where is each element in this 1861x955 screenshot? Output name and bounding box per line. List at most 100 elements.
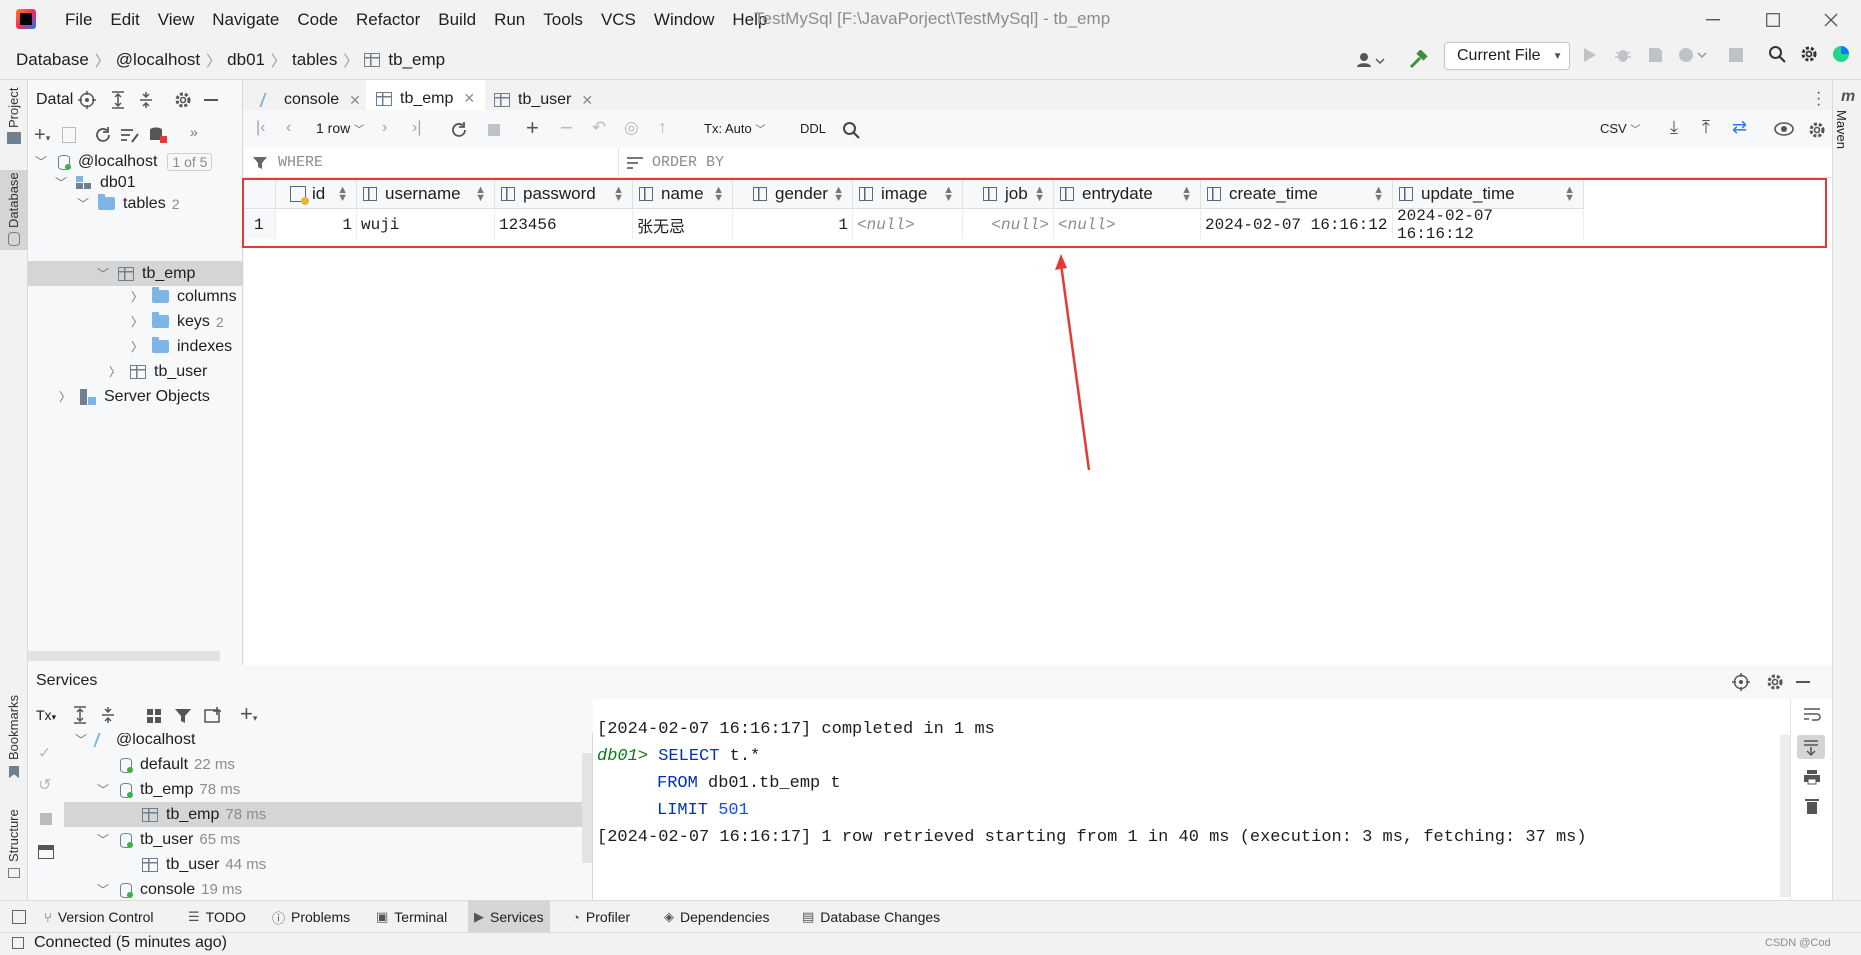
crumb-database[interactable]: Database [16,50,89,70]
tree-node-tb-emp[interactable]: ﹀ tb_emp [28,261,243,286]
clear-trash-icon[interactable] [1804,797,1820,815]
download-icon[interactable]: ⤓ [1670,117,1678,138]
build-hammer-icon[interactable] [1408,50,1428,70]
preview-changes-icon[interactable]: ◎ [624,118,639,138]
submit-icon[interactable]: ↑ [658,117,667,138]
maximize-button[interactable] [1750,6,1796,34]
service-node-default[interactable]: default 22 ms [118,752,235,777]
panel-settings-gear-icon[interactable] [174,91,192,109]
tool-profiler[interactable]: ◔ Profiler [566,901,636,933]
new-tab-icon[interactable] [204,706,224,724]
close-tab-icon[interactable]: ✕ [349,92,361,109]
tree-node-indexes[interactable]: 〉 indexes [130,334,232,359]
run-icon[interactable] [1583,47,1597,63]
close-tab-icon[interactable]: ✕ [463,90,475,107]
order-by-input[interactable]: ORDER BY [652,154,1252,176]
data-source-properties-icon[interactable] [148,126,168,144]
tree-node-tables[interactable]: ﹀ tables 2 [76,191,180,216]
tree-node-server-objects[interactable]: 〉 Server Objects [58,384,210,409]
tree-node-columns[interactable]: 〉 columns [130,284,237,309]
menu-build[interactable]: Build [429,10,485,30]
minimize-button[interactable] [1690,6,1736,34]
user-icon[interactable] [1356,52,1386,68]
tool-database-changes[interactable]: ▤ Database Changes [796,901,946,933]
project-tool-button[interactable]: Project [6,88,21,128]
collapse-all-icon[interactable] [100,706,116,724]
profiler-run-icon[interactable] [1678,46,1708,64]
tree-node-tb-user[interactable]: 〉 tb_user [108,359,207,384]
crumb-db01[interactable]: db01 [227,50,265,70]
commit-check-icon[interactable]: ✓ [38,743,51,763]
tool-todo[interactable]: ☰ TODO [182,901,252,933]
add-service-icon[interactable]: +▾ [240,701,257,727]
close-tab-icon[interactable]: ✕ [581,92,593,109]
expand-all-icon[interactable] [72,706,88,724]
group-by-icon[interactable] [146,708,162,724]
schema-edit-icon[interactable] [120,126,140,144]
hide-panel-icon[interactable] [204,99,218,101]
more-actions-icon[interactable]: » [190,124,198,140]
export-format-select[interactable]: CSV ﹀ [1600,121,1640,136]
chevron-right-icon[interactable]: 〉 [130,338,144,355]
soft-wrap-icon[interactable] [1803,707,1821,723]
maven-tool-button[interactable]: Maven [1834,110,1849,149]
tool-problems[interactable]: ⓘ Problems [266,901,356,933]
status-layout-icon[interactable] [12,937,24,949]
toggle-tool-windows-icon[interactable] [12,910,26,924]
tool-dependencies[interactable]: ◈ Dependencies [658,901,776,933]
chevron-down-icon[interactable]: ﹀ [96,265,110,282]
layout-icon[interactable] [38,845,54,859]
run-configuration-select[interactable]: Current File ▼ [1444,42,1570,70]
crumb-localhost[interactable]: @localhost [116,50,200,70]
add-icon[interactable]: +▾ [34,125,50,147]
close-button[interactable] [1808,6,1854,34]
ddl-button[interactable]: DDL [800,121,826,136]
menu-edit[interactable]: Edit [101,10,148,30]
chevron-down-icon[interactable]: ﹀ [96,831,110,848]
chevron-down-icon[interactable]: ﹀ [96,881,110,898]
duplicate-icon[interactable] [62,127,76,143]
chevron-down-icon[interactable]: ﹀ [54,174,68,191]
last-page-icon[interactable]: ›| [412,119,421,137]
bookmarks-tool-button[interactable]: Bookmarks [6,695,21,760]
crumb-tb-emp[interactable]: tb_emp [388,50,445,70]
services-locate-icon[interactable] [1732,673,1750,691]
service-node-tb-user[interactable]: tb_user 44 ms [142,852,266,877]
status-text[interactable]: Connected (5 minutes ago) [34,934,227,952]
crumb-tables[interactable]: tables [292,50,337,70]
chevron-down-icon[interactable]: ﹀ [74,733,88,748]
menu-view[interactable]: View [149,10,204,30]
structure-tool-button[interactable]: Structure [6,809,21,862]
tool-services[interactable]: ▶ Services [468,901,550,933]
menu-file[interactable]: File [56,10,101,30]
more-options-icon[interactable]: · · · [1816,85,1821,113]
menu-code[interactable]: Code [288,10,347,30]
chevron-right-icon[interactable]: 〉 [108,363,122,380]
delete-row-icon[interactable]: − [560,115,573,141]
print-icon[interactable] [1803,769,1821,785]
filter-funnel-icon[interactable] [174,707,192,725]
service-node-tb-emp-session[interactable]: ﹀ tb_emp 78 ms [96,777,240,802]
transaction-mode-select[interactable]: Tx: Auto ﹀ [704,121,765,136]
menu-vcs[interactable]: VCS [592,10,645,30]
previous-page-icon[interactable]: ‹ [286,119,291,137]
grid-search-icon[interactable] [842,121,860,139]
next-page-icon[interactable]: › [382,119,387,137]
collapse-all-icon[interactable] [138,91,154,109]
tool-terminal[interactable]: ▣ Terminal [370,901,453,933]
tx-select[interactable]: Tx▾ [36,707,56,723]
chevron-right-icon[interactable]: 〉 [58,388,72,405]
upload-icon[interactable]: ⤒ [1702,117,1710,138]
reload-icon[interactable] [450,121,468,139]
grid-settings-gear-icon[interactable] [1808,121,1826,139]
stop-icon[interactable] [1728,47,1744,63]
view-eye-icon[interactable] [1774,122,1794,136]
rollback-icon[interactable]: ↺ [38,775,51,795]
add-row-icon[interactable]: + [526,115,539,141]
cancel-query-icon[interactable] [488,124,500,136]
chevron-right-icon[interactable]: 〉 [130,313,144,330]
expand-all-icon[interactable] [110,91,126,109]
hide-services-icon[interactable] [1796,681,1810,683]
tree-scrollbar[interactable] [582,753,592,863]
stop-query-icon[interactable] [40,813,52,825]
